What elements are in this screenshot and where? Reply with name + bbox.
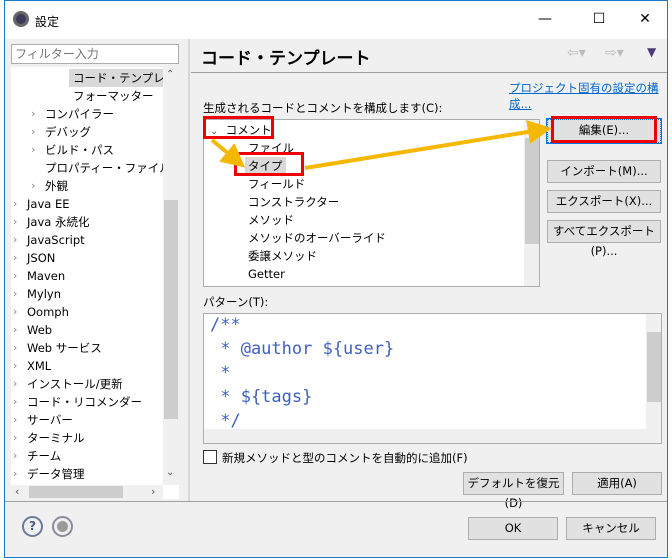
annotation-arrows <box>210 120 552 170</box>
arrow-type-to-edit <box>304 120 552 170</box>
arrow-comment-to-type <box>210 138 246 168</box>
